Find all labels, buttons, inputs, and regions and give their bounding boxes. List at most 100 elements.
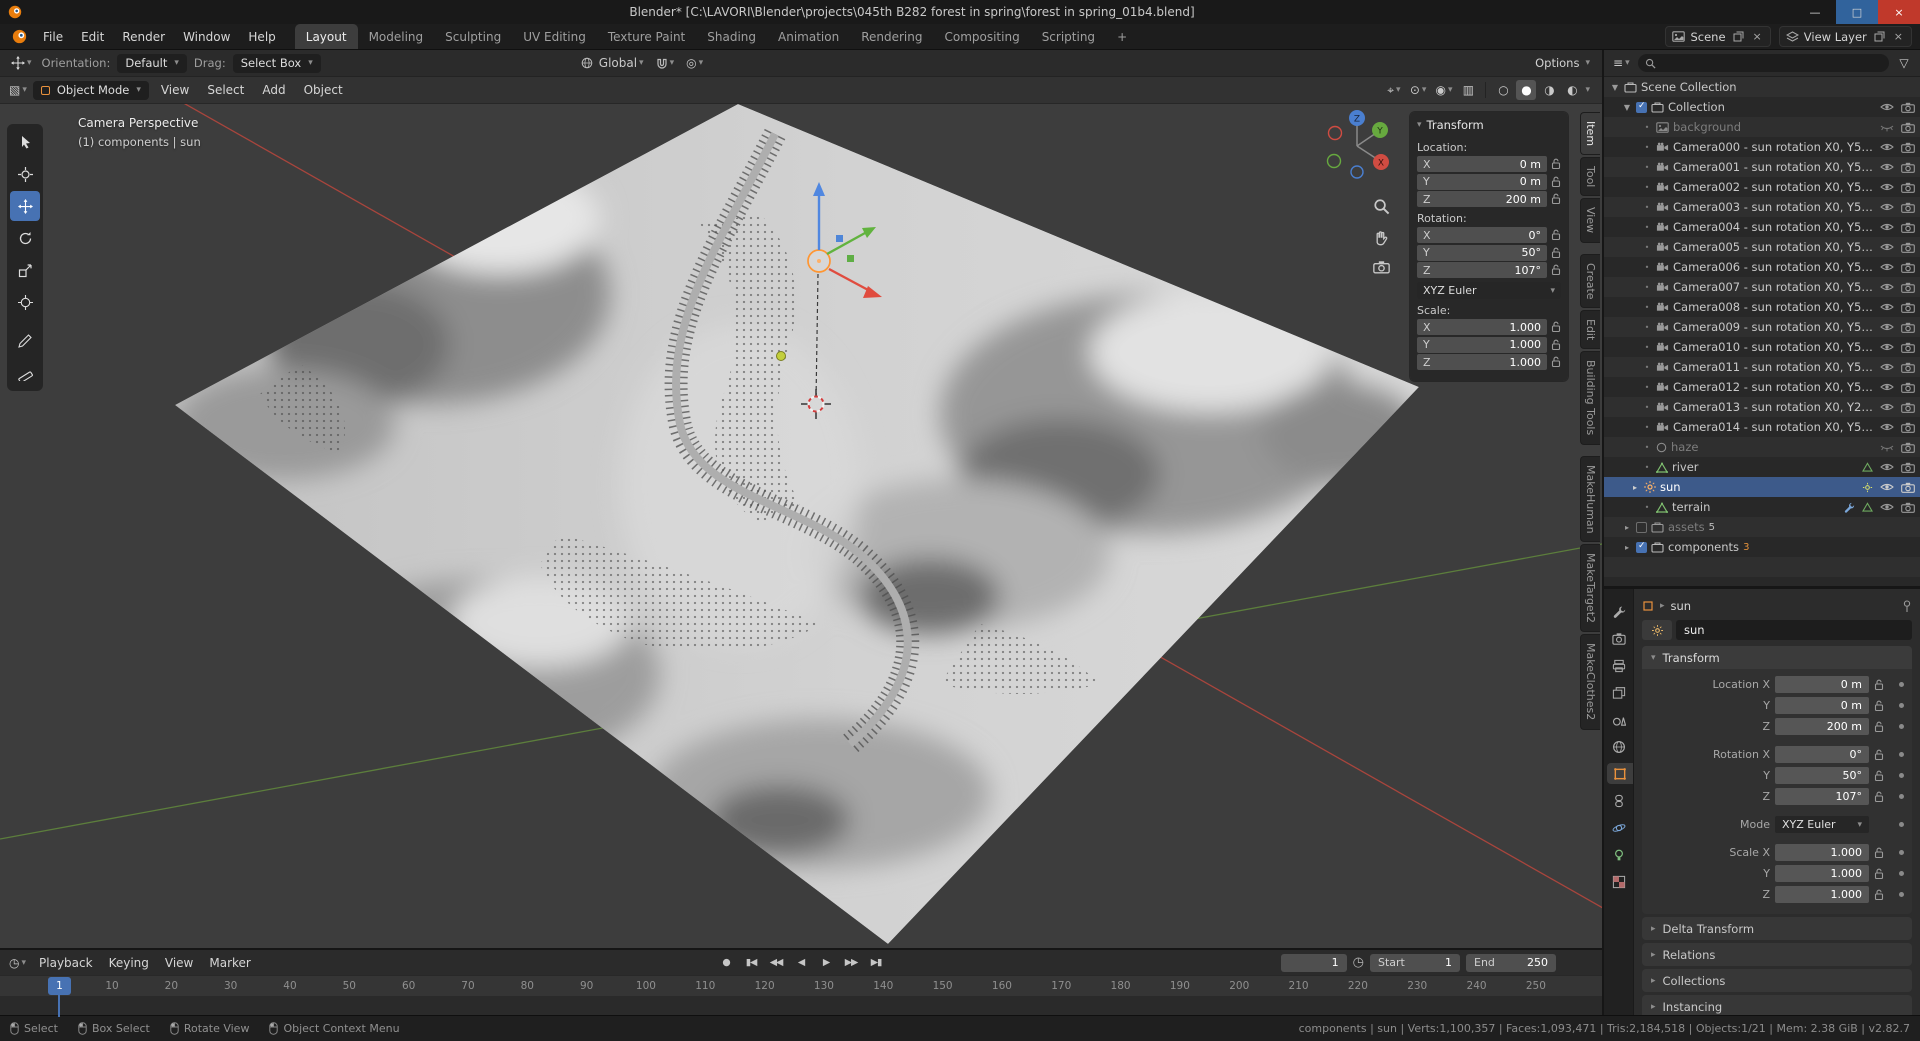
- drag-dropdown[interactable]: Select Box▾: [233, 54, 321, 73]
- navigation-gizmo[interactable]: Z Y X: [1320, 106, 1394, 180]
- collapsed-panel-header[interactable]: ▸ Instancing: [1642, 995, 1912, 1015]
- npanel-header[interactable]: ▾ Transform: [1417, 117, 1561, 136]
- transform-tool[interactable]: [10, 287, 40, 317]
- animate-dot[interactable]: [1899, 752, 1904, 757]
- editor-type-icon[interactable]: ▧▾: [6, 80, 30, 100]
- hide-eye-icon[interactable]: [1880, 462, 1894, 472]
- outliner-row-camera[interactable]: • Camera009 - sun rotation X0, Y50, Z107: [1604, 317, 1920, 337]
- lock-icon[interactable]: [1874, 889, 1890, 901]
- menu-item[interactable]: Render: [113, 26, 174, 48]
- hide-eye-icon[interactable]: [1880, 302, 1894, 312]
- animate-dot[interactable]: [1899, 703, 1904, 708]
- lock-icon[interactable]: [1874, 679, 1890, 691]
- outliner-row-camera[interactable]: • Camera010 - sun rotation X0, Y50, Z107: [1604, 337, 1920, 357]
- tab-tool[interactable]: [1604, 601, 1633, 622]
- sidebar-tab[interactable]: Edit: [1580, 310, 1600, 349]
- outliner-row-background[interactable]: • background: [1604, 117, 1920, 137]
- scene-selector[interactable]: Scene ×: [1665, 26, 1770, 47]
- expand-arrow-icon[interactable]: ▼: [1610, 83, 1620, 92]
- prop-rotation-y[interactable]: 50°: [1775, 767, 1869, 784]
- outliner-row-components[interactable]: ▸ components 3: [1604, 537, 1920, 557]
- collection-checkbox[interactable]: [1636, 102, 1647, 113]
- outliner-row-camera[interactable]: • Camera008 - sun rotation X0, Y50, Z124: [1604, 297, 1920, 317]
- outliner-row-scene-collection[interactable]: ▼ Scene Collection: [1604, 77, 1920, 97]
- hide-eye-icon[interactable]: [1880, 162, 1894, 172]
- outliner-row-camera[interactable]: • Camera001 - sun rotation X0, Y50, Z50: [1604, 157, 1920, 177]
- overlays-toggle[interactable]: ◉▾: [1432, 80, 1455, 100]
- lock-icon[interactable]: [1874, 749, 1890, 761]
- render-visibility-icon[interactable]: [1901, 122, 1915, 133]
- collapsed-panel-header[interactable]: ▸ Collections: [1642, 969, 1912, 992]
- timeline-ruler[interactable]: 1020304050607080901001101201301401501601…: [0, 975, 1602, 996]
- location-x-field[interactable]: X0 m: [1417, 156, 1547, 172]
- lock-icon[interactable]: [1551, 229, 1561, 241]
- close-button[interactable]: ×: [1878, 0, 1920, 24]
- render-visibility-icon[interactable]: [1901, 342, 1915, 353]
- workspace-tab[interactable]: Compositing: [933, 24, 1030, 49]
- outliner-editor-icon[interactable]: ≡▾: [1610, 53, 1633, 73]
- collapsed-panel-header[interactable]: ▸ Relations: [1642, 943, 1912, 966]
- hide-eye-icon[interactable]: [1880, 402, 1894, 412]
- hide-eye-icon[interactable]: [1880, 142, 1894, 152]
- menu-item[interactable]: File: [34, 26, 72, 48]
- render-visibility-icon[interactable]: [1901, 262, 1915, 273]
- viewport-menu-item[interactable]: Object: [295, 79, 352, 101]
- hide-eye-icon[interactable]: [1880, 262, 1894, 272]
- render-visibility-icon[interactable]: [1901, 242, 1915, 253]
- remove-view-layer-icon[interactable]: ×: [1892, 30, 1905, 43]
- orientation-dropdown[interactable]: Default▾: [117, 54, 187, 73]
- prop-location-y[interactable]: 0 m: [1775, 697, 1869, 714]
- outliner-row-river[interactable]: • river: [1604, 457, 1920, 477]
- location-y-field[interactable]: Y0 m: [1417, 174, 1547, 190]
- unlink-scene-icon[interactable]: ×: [1751, 30, 1764, 43]
- prop-location-z[interactable]: 200 m: [1775, 718, 1869, 735]
- transform-panel-header[interactable]: ▾ Transform: [1642, 646, 1912, 669]
- animate-dot[interactable]: [1899, 871, 1904, 876]
- hide-eye-icon[interactable]: [1880, 362, 1894, 372]
- sidebar-tab[interactable]: MakeHuman: [1580, 456, 1600, 543]
- tab-output[interactable]: [1604, 655, 1633, 676]
- selectability-dropdown[interactable]: ⌖▾: [1384, 80, 1404, 100]
- shading-rendered-button[interactable]: ◐: [1562, 80, 1582, 100]
- object-name-field[interactable]: sun: [1676, 620, 1912, 640]
- prop-rotation-z[interactable]: 107°: [1775, 788, 1869, 805]
- sidebar-tab[interactable]: Building Tools: [1580, 351, 1600, 444]
- prop-location-x[interactable]: 0 m: [1775, 676, 1869, 693]
- workspace-tab[interactable]: Scripting: [1031, 24, 1106, 49]
- viewport-menu-item[interactable]: View: [152, 79, 198, 101]
- tab-constraints[interactable]: [1604, 790, 1633, 811]
- hide-eye-icon[interactable]: [1880, 242, 1894, 252]
- animate-dot[interactable]: [1899, 822, 1904, 827]
- current-frame-field[interactable]: 1: [1281, 954, 1347, 972]
- render-visibility-icon[interactable]: [1901, 282, 1915, 293]
- pan-hand-icon[interactable]: [1373, 229, 1390, 246]
- prop-rotation-x[interactable]: 0°: [1775, 746, 1869, 763]
- rotation-y-field[interactable]: Y50°: [1417, 245, 1547, 261]
- lock-icon[interactable]: [1874, 868, 1890, 880]
- hide-eye-icon[interactable]: [1880, 102, 1894, 112]
- workspace-tab[interactable]: Sculpting: [434, 24, 512, 49]
- collection-checkbox[interactable]: [1636, 522, 1647, 533]
- play-button[interactable]: ▶: [815, 953, 837, 972]
- tab-object-data[interactable]: [1604, 844, 1633, 865]
- hide-eye-icon[interactable]: [1880, 342, 1894, 352]
- minimize-button[interactable]: —: [1794, 0, 1836, 24]
- timeline-menu-item[interactable]: Marker: [201, 953, 258, 973]
- sidebar-tab[interactable]: Tool: [1580, 157, 1600, 196]
- tab-view-layer[interactable]: [1604, 682, 1633, 703]
- prop-scale-z[interactable]: 1.000: [1775, 886, 1869, 903]
- scale-y-field[interactable]: Y1.000: [1417, 337, 1547, 353]
- outliner-row-camera[interactable]: • Camera011 - sun rotation X0, Y50, Z107: [1604, 357, 1920, 377]
- play-reverse-button[interactable]: ◀: [790, 953, 812, 972]
- lock-icon[interactable]: [1551, 193, 1561, 205]
- add-workspace-button[interactable]: +: [1106, 24, 1138, 49]
- outliner-row-terrain[interactable]: • terrain: [1604, 497, 1920, 517]
- terrain-mesh[interactable]: [175, 104, 1420, 944]
- active-tool-icon[interactable]: ▾: [8, 53, 35, 73]
- outliner-row-camera[interactable]: • Camera013 - sun rotation X0, Y20, Z107: [1604, 397, 1920, 417]
- location-z-field[interactable]: Z200 m: [1417, 191, 1547, 207]
- hide-eye-icon[interactable]: [1880, 182, 1894, 192]
- outliner-row-camera[interactable]: • Camera003 - sun rotation X0, Y50, Z107: [1604, 197, 1920, 217]
- rotation-z-field[interactable]: Z107°: [1417, 262, 1547, 278]
- new-scene-icon[interactable]: [1731, 31, 1746, 42]
